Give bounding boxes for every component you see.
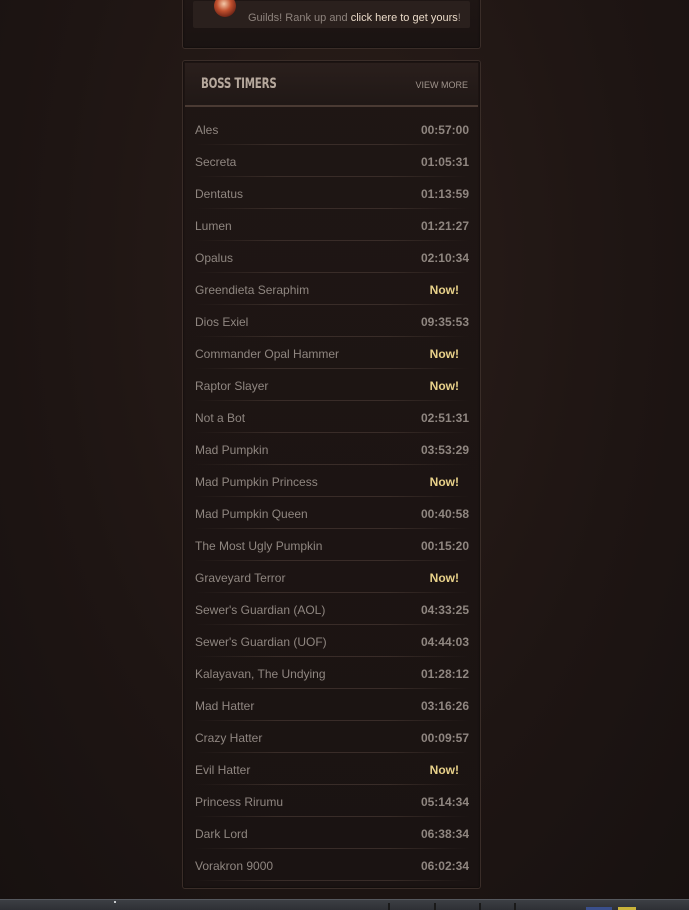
boss-timer-row: Not a Bot 02:51:31 bbox=[195, 401, 469, 433]
boss-name: Evil Hatter bbox=[195, 763, 251, 777]
boss-countdown: 02:10:34 bbox=[420, 251, 469, 265]
boss-timer-row: Graveyard Terror Now! bbox=[195, 561, 469, 593]
boss-name: Opalus bbox=[195, 251, 234, 265]
guild-promo-text: Guilds! Rank up and click here to get yo… bbox=[248, 12, 461, 24]
boss-name: Commander Opal Hammer bbox=[195, 347, 340, 361]
boss-countdown: 04:33:25 bbox=[420, 603, 469, 617]
boss-spawn-now: Now! bbox=[429, 379, 459, 393]
boss-name: Greendieta Seraphim bbox=[195, 283, 310, 297]
boss-name: Vorakron 9000 bbox=[195, 859, 274, 873]
guild-promo-suffix: ! bbox=[457, 12, 461, 24]
boss-name: Sewer's Guardian (AOL) bbox=[195, 603, 326, 617]
boss-timer-row: Commander Opal Hammer Now! bbox=[195, 337, 469, 369]
boss-name: Ales bbox=[195, 123, 219, 137]
boss-timer-row: Mad Pumpkin Princess Now! bbox=[195, 465, 469, 497]
boss-name: Secreta bbox=[195, 155, 237, 169]
boss-countdown: 00:57:00 bbox=[420, 123, 469, 137]
boss-name: Mad Pumpkin bbox=[195, 443, 269, 457]
boss-timer-row: Lumen 01:21:27 bbox=[195, 209, 469, 241]
boss-spawn-now: Now! bbox=[429, 763, 459, 777]
boss-name: Raptor Slayer bbox=[195, 379, 269, 393]
boss-timer-row: Evil Hatter Now! bbox=[195, 753, 469, 785]
boss-timer-row: Raptor Slayer Now! bbox=[195, 369, 469, 401]
boss-countdown: 01:05:31 bbox=[420, 155, 469, 169]
boss-timer-row: Dios Exiel 09:35:53 bbox=[195, 305, 469, 337]
boss-countdown: 01:28:12 bbox=[420, 667, 469, 681]
boss-timer-row: Mad Pumpkin Queen 00:40:58 bbox=[195, 497, 469, 529]
boss-timer-list: Ales 00:57:00 Secreta 01:05:31 Dentatus 01:13… bbox=[195, 113, 469, 881]
boss-timer-row: Greendieta Seraphim Now! bbox=[195, 273, 469, 305]
boss-name: Princess Rirumu bbox=[195, 795, 284, 809]
boss-name: Dark Lord bbox=[195, 827, 248, 841]
guild-medal-icon bbox=[214, 0, 236, 17]
taskbar-dot bbox=[114, 901, 116, 903]
boss-timer-row: The Most Ugly Pumpkin 00:15:20 bbox=[195, 529, 469, 561]
boss-countdown: 06:02:34 bbox=[420, 859, 469, 873]
boss-name: Crazy Hatter bbox=[195, 731, 263, 745]
boss-name: Not a Bot bbox=[195, 411, 246, 425]
boss-spawn-now: Now! bbox=[429, 283, 459, 297]
boss-name: Mad Hatter bbox=[195, 699, 255, 713]
boss-timers-panel: BOSS TIMERS VIEW MORE Ales 00:57:00 Secret… bbox=[182, 60, 481, 889]
boss-spawn-now: Now! bbox=[429, 571, 459, 585]
boss-countdown: 03:16:26 bbox=[420, 699, 469, 713]
boss-countdown: 01:13:59 bbox=[420, 187, 469, 201]
boss-timers-title: BOSS TIMERS bbox=[201, 76, 277, 92]
boss-timer-row: Mad Pumpkin 03:53:29 bbox=[195, 433, 469, 465]
boss-name: Kalayavan, The Undying bbox=[195, 667, 326, 681]
boss-timer-row: Mad Hatter 03:16:26 bbox=[195, 689, 469, 721]
boss-timer-row: Opalus 02:10:34 bbox=[195, 241, 469, 273]
boss-name: Dios Exiel bbox=[195, 315, 249, 329]
boss-countdown: 01:21:27 bbox=[420, 219, 469, 233]
boss-countdown: 03:53:29 bbox=[420, 443, 469, 457]
boss-countdown: 00:09:57 bbox=[420, 731, 469, 745]
bottom-taskbar bbox=[0, 899, 689, 910]
boss-timer-row: Vorakron 9000 06:02:34 bbox=[195, 849, 469, 881]
boss-countdown: 00:15:20 bbox=[420, 539, 469, 553]
boss-countdown: 02:51:31 bbox=[420, 411, 469, 425]
boss-timer-row: Sewer's Guardian (UOF) 04:44:03 bbox=[195, 625, 469, 657]
boss-timer-row: Sewer's Guardian (AOL) 04:33:25 bbox=[195, 593, 469, 625]
boss-name: Mad Pumpkin Princess bbox=[195, 475, 318, 489]
boss-name: Mad Pumpkin Queen bbox=[195, 507, 308, 521]
boss-name: Sewer's Guardian (UOF) bbox=[195, 635, 327, 649]
boss-timer-row: Kalayavan, The Undying 01:28:12 bbox=[195, 657, 469, 689]
boss-name: Graveyard Terror bbox=[195, 571, 286, 585]
guild-get-link[interactable]: click here to get yours bbox=[351, 12, 458, 24]
boss-spawn-now: Now! bbox=[429, 347, 459, 361]
boss-spawn-now: Now! bbox=[429, 475, 459, 489]
boss-timers-header: BOSS TIMERS VIEW MORE bbox=[185, 63, 478, 107]
boss-name: Dentatus bbox=[195, 187, 244, 201]
boss-timer-row: Princess Rirumu 05:14:34 bbox=[195, 785, 469, 817]
boss-countdown: 05:14:34 bbox=[420, 795, 469, 809]
boss-countdown: 09:35:53 bbox=[420, 315, 469, 329]
boss-timer-row: Dark Lord 06:38:34 bbox=[195, 817, 469, 849]
view-more-link[interactable]: VIEW MORE bbox=[415, 80, 468, 90]
boss-countdown: 04:44:03 bbox=[420, 635, 469, 649]
boss-countdown: 00:40:58 bbox=[420, 507, 469, 521]
guild-promo-box: Guilds! Rank up and click here to get yo… bbox=[193, 0, 470, 28]
boss-timer-row: Ales 00:57:00 bbox=[195, 113, 469, 145]
boss-countdown: 06:38:34 bbox=[420, 827, 469, 841]
boss-timer-row: Crazy Hatter 00:09:57 bbox=[195, 721, 469, 753]
boss-timer-row: Dentatus 01:13:59 bbox=[195, 177, 469, 209]
guild-promo-prefix: Guilds! Rank up and bbox=[248, 12, 351, 24]
guild-promo-panel: Guilds! Rank up and click here to get yo… bbox=[182, 0, 481, 49]
boss-timer-row: Secreta 01:05:31 bbox=[195, 145, 469, 177]
boss-name: Lumen bbox=[195, 219, 232, 233]
boss-name: The Most Ugly Pumpkin bbox=[195, 539, 323, 553]
